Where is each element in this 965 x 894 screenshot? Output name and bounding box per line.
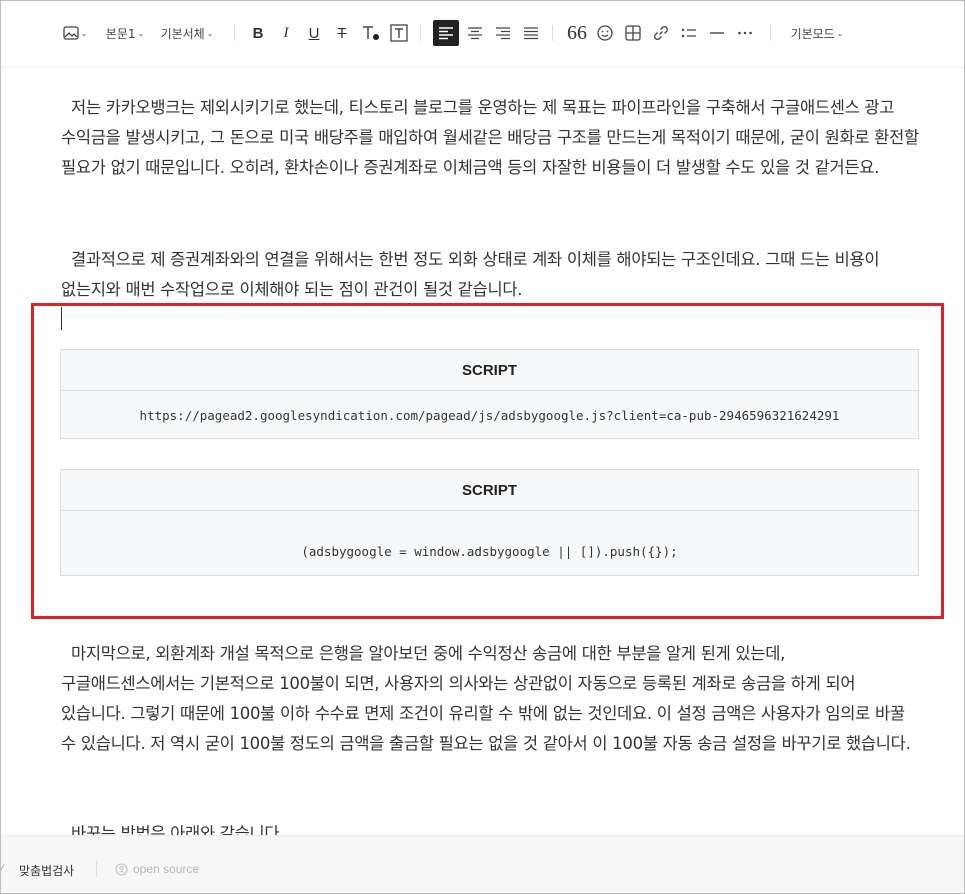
align-right-icon [496, 27, 510, 40]
chevron-down-icon: ⌄ [137, 28, 145, 38]
quote-button[interactable]: 66 [565, 20, 589, 46]
divider-line-button[interactable] [705, 20, 729, 46]
text-background-icon [390, 24, 408, 42]
chevron-down-icon: ⌄ [836, 28, 844, 38]
align-justify-button[interactable] [519, 20, 543, 46]
more-icon [738, 31, 752, 35]
emoji-icon [597, 25, 613, 41]
font-family-dropdown[interactable]: 기본서체 ⌄ [157, 20, 217, 46]
bold-icon: B [252, 24, 264, 42]
paragraph-1-text: 저는 카카오뱅크는 제외시키기로 했는데, 티스토리 블로그를 운영하는 제 목… [61, 98, 919, 177]
paragraph-style-dropdown[interactable]: 본문1 ⌄ [103, 20, 147, 46]
align-center-icon [468, 27, 482, 40]
align-center-button[interactable] [463, 20, 487, 46]
paragraph-3[interactable]: 마지막으로, 외환계좌 개설 목적으로 은행을 알아보던 중에 수익정산 송금에… [61, 639, 921, 759]
chevron-down-icon: ⌄ [80, 28, 88, 38]
editor-toolbar: ⌄ 본문1 ⌄ 기본서체 ⌄ B I U T 66 기본모드 ⌄ [1, 1, 964, 68]
highlight-box [31, 303, 944, 619]
link-button[interactable] [649, 20, 673, 46]
paragraph-style-label: 본문1 [105, 26, 136, 41]
list-button[interactable] [677, 20, 701, 46]
italic-button[interactable]: I [275, 20, 297, 46]
open-source-icon [115, 862, 128, 876]
list-icon [681, 28, 696, 38]
font-family-label: 기본서체 [160, 26, 205, 41]
align-left-icon [439, 27, 453, 40]
paragraph-2[interactable]: 결과적으로 제 증권계좌와의 연결을 위해서는 한번 정도 외화 상태로 계좌 … [61, 245, 921, 305]
paragraph-1[interactable]: 저는 카카오뱅크는 제외시키기로 했는데, 티스토리 블로그를 운영하는 제 목… [61, 93, 921, 183]
emoji-button[interactable] [593, 20, 617, 46]
spellcheck-button[interactable]: 맞춤법검사 [19, 862, 74, 879]
table-button[interactable] [621, 20, 645, 46]
open-source-link[interactable]: open source [115, 862, 199, 876]
strikethrough-icon: T [337, 24, 347, 42]
italic-icon: I [283, 24, 289, 41]
toolbar-divider [770, 25, 771, 41]
toolbar-divider [234, 25, 235, 41]
align-left-button[interactable] [433, 20, 459, 46]
open-source-label: open source [133, 862, 200, 876]
text-background-button[interactable] [387, 20, 411, 46]
quote-icon: 66 [567, 22, 587, 44]
spellcheck-icon: ⁄ [1, 862, 4, 876]
editor-window: ⌄ 본문1 ⌄ 기본서체 ⌄ B I U T 66 기본모드 ⌄ 저는 카카오뱅… [0, 0, 965, 894]
align-justify-icon [524, 27, 538, 40]
link-icon [654, 26, 668, 40]
table-icon [625, 25, 641, 41]
chevron-down-icon: ⌄ [206, 28, 214, 38]
strikethrough-button[interactable]: T [331, 20, 353, 46]
more-button[interactable] [733, 20, 757, 46]
horizontal-line-icon [710, 32, 724, 34]
align-right-button[interactable] [491, 20, 515, 46]
paragraph-3-text: 마지막으로, 외환계좌 개설 목적으로 은행을 알아보던 중에 수익정산 송금에… [61, 644, 911, 753]
editor-mode-label: 기본모드 [790, 26, 835, 41]
toolbar-divider [420, 25, 421, 41]
bold-button[interactable]: B [247, 20, 269, 46]
editor-mode-dropdown[interactable]: 기본모드 ⌄ [785, 20, 849, 46]
editor-footer: ⁄ 맞춤법검사 open source [1, 835, 964, 893]
image-insert-button[interactable]: ⌄ [61, 20, 89, 46]
paragraph-2-text: 결과적으로 제 증권계좌와의 연결을 위해서는 한번 정도 외화 상태로 계좌 … [61, 250, 880, 299]
underline-button[interactable]: U [303, 20, 325, 46]
footer-divider [96, 861, 97, 877]
text-color-icon [363, 26, 379, 40]
text-color-button[interactable] [359, 20, 383, 46]
toolbar-divider [552, 25, 553, 41]
image-icon [62, 26, 79, 40]
underline-icon: U [308, 24, 320, 42]
